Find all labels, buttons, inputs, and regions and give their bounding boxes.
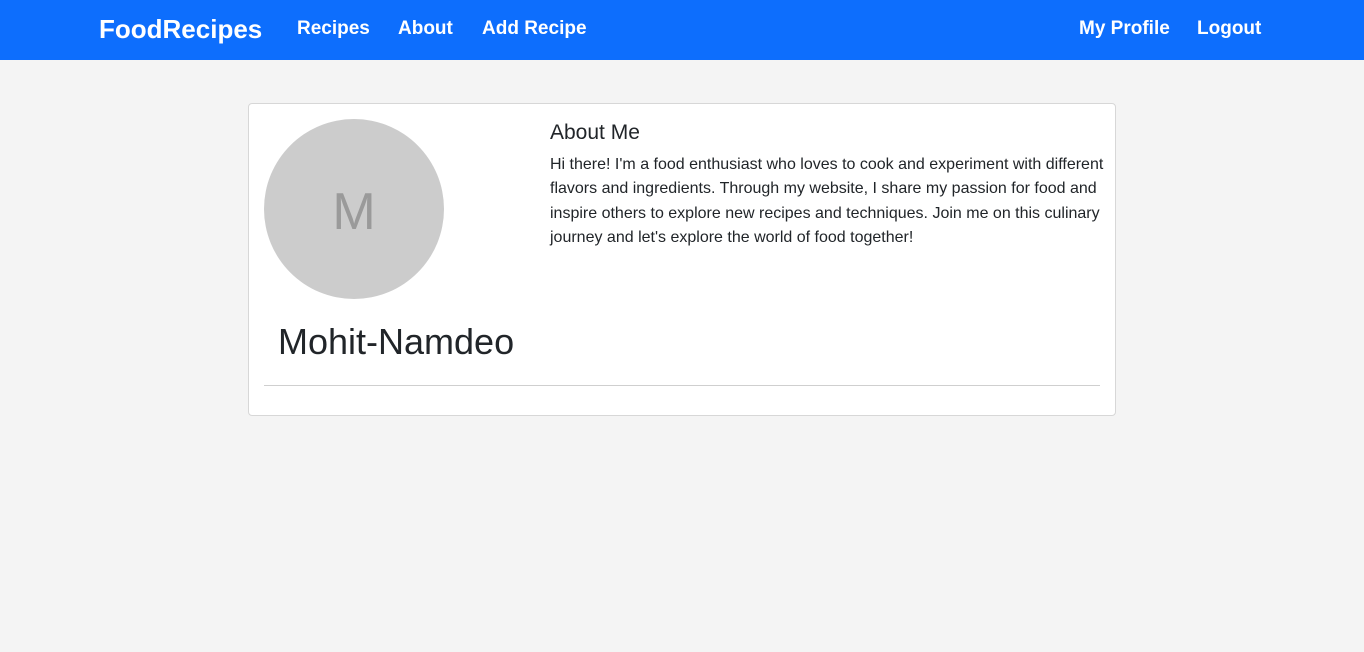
about-heading: About Me [550,121,640,144]
top-navbar: FoodRecipes Recipes About Add Recipe My … [0,0,1364,60]
card-divider [264,385,1100,386]
brand-link[interactable]: FoodRecipes [99,14,262,44]
nav-link-my-profile[interactable]: My Profile [1079,17,1170,41]
avatar: M [264,119,444,299]
profile-card: M Mohit-Namdeo About Me Hi there! I'm a … [248,103,1116,416]
nav-link-about[interactable]: About [398,17,453,41]
nav-link-recipes[interactable]: Recipes [297,17,370,41]
avatar-initial: M [332,183,376,241]
nav-link-logout[interactable]: Logout [1197,17,1261,41]
profile-username: Mohit-Namdeo [278,321,515,362]
about-text: Hi there! I'm a food enthusiast who love… [550,156,1104,246]
nav-link-add-recipe[interactable]: Add Recipe [482,17,587,41]
